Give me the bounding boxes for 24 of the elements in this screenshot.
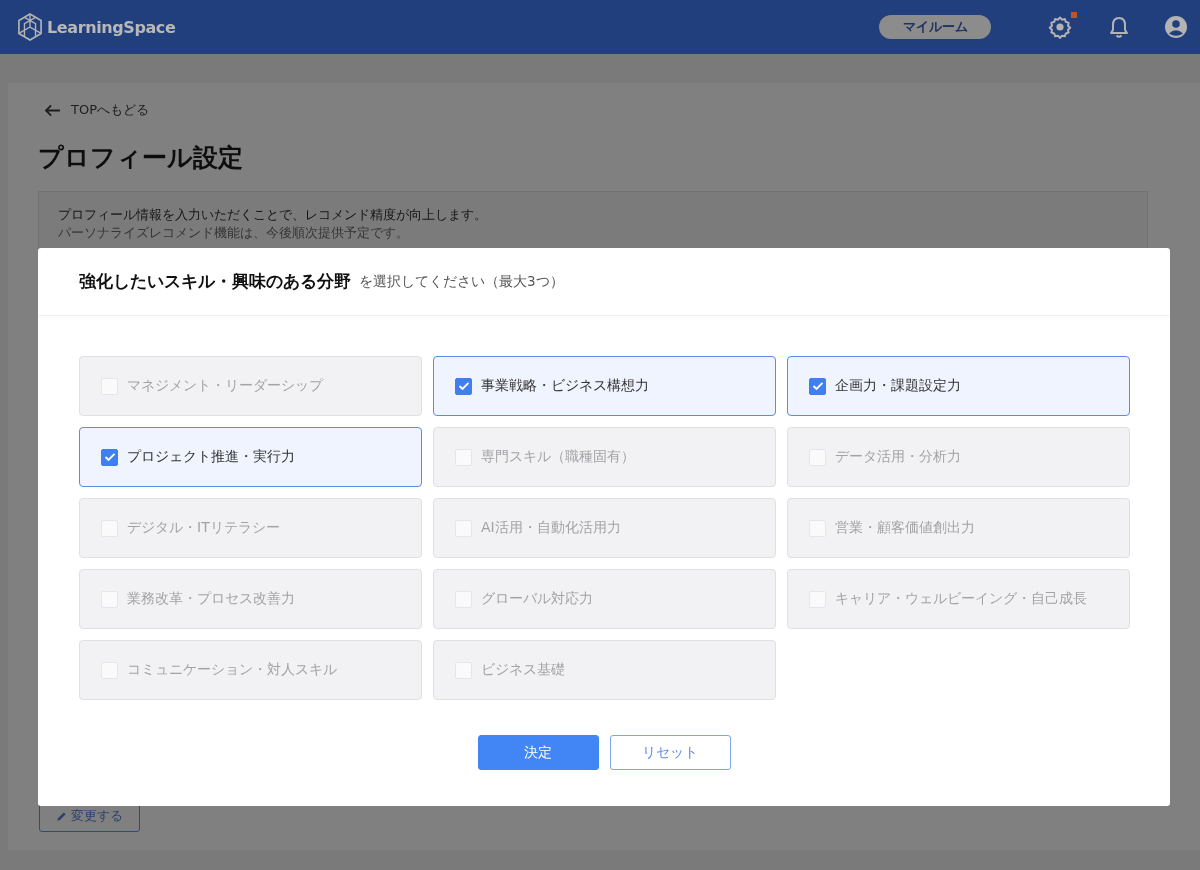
gear-icon[interactable]: [1048, 15, 1072, 39]
skill-option[interactable]: 企画力・課題設定力: [787, 356, 1130, 416]
check-icon: [457, 381, 470, 391]
hexagon-logo-icon: [18, 13, 42, 41]
checkbox[interactable]: [809, 377, 826, 395]
dialog-title: 強化したいスキル・興味のある分野: [79, 270, 351, 293]
skill-option[interactable]: 事業戦略・ビジネス構想力: [433, 356, 776, 416]
checkbox[interactable]: [455, 377, 472, 395]
skill-option[interactable]: プロジェクト推進・実行力: [79, 427, 422, 487]
bell-icon[interactable]: [1107, 15, 1131, 39]
notice-text: プロフィール情報を入力いただくことで、レコメンド精度が向上します。: [58, 206, 488, 224]
check-icon: [811, 381, 824, 391]
pencil-icon: [56, 810, 67, 822]
reset-button[interactable]: リセット: [609, 735, 731, 770]
checkbox[interactable]: [101, 448, 118, 466]
my-room-button[interactable]: マイルーム: [879, 15, 991, 39]
check-icon: [103, 452, 116, 462]
arrow-left-icon: [44, 103, 61, 117]
back-link[interactable]: TOPへもどる: [44, 101, 149, 119]
dialog-subtitle: を選択してください（最大3つ）: [359, 272, 564, 291]
page-title: プロフィール設定: [38, 143, 243, 173]
user-icon[interactable]: [1164, 15, 1188, 39]
logo-text: LearningSpace: [47, 17, 176, 37]
confirm-button[interactable]: 決定: [477, 735, 599, 770]
